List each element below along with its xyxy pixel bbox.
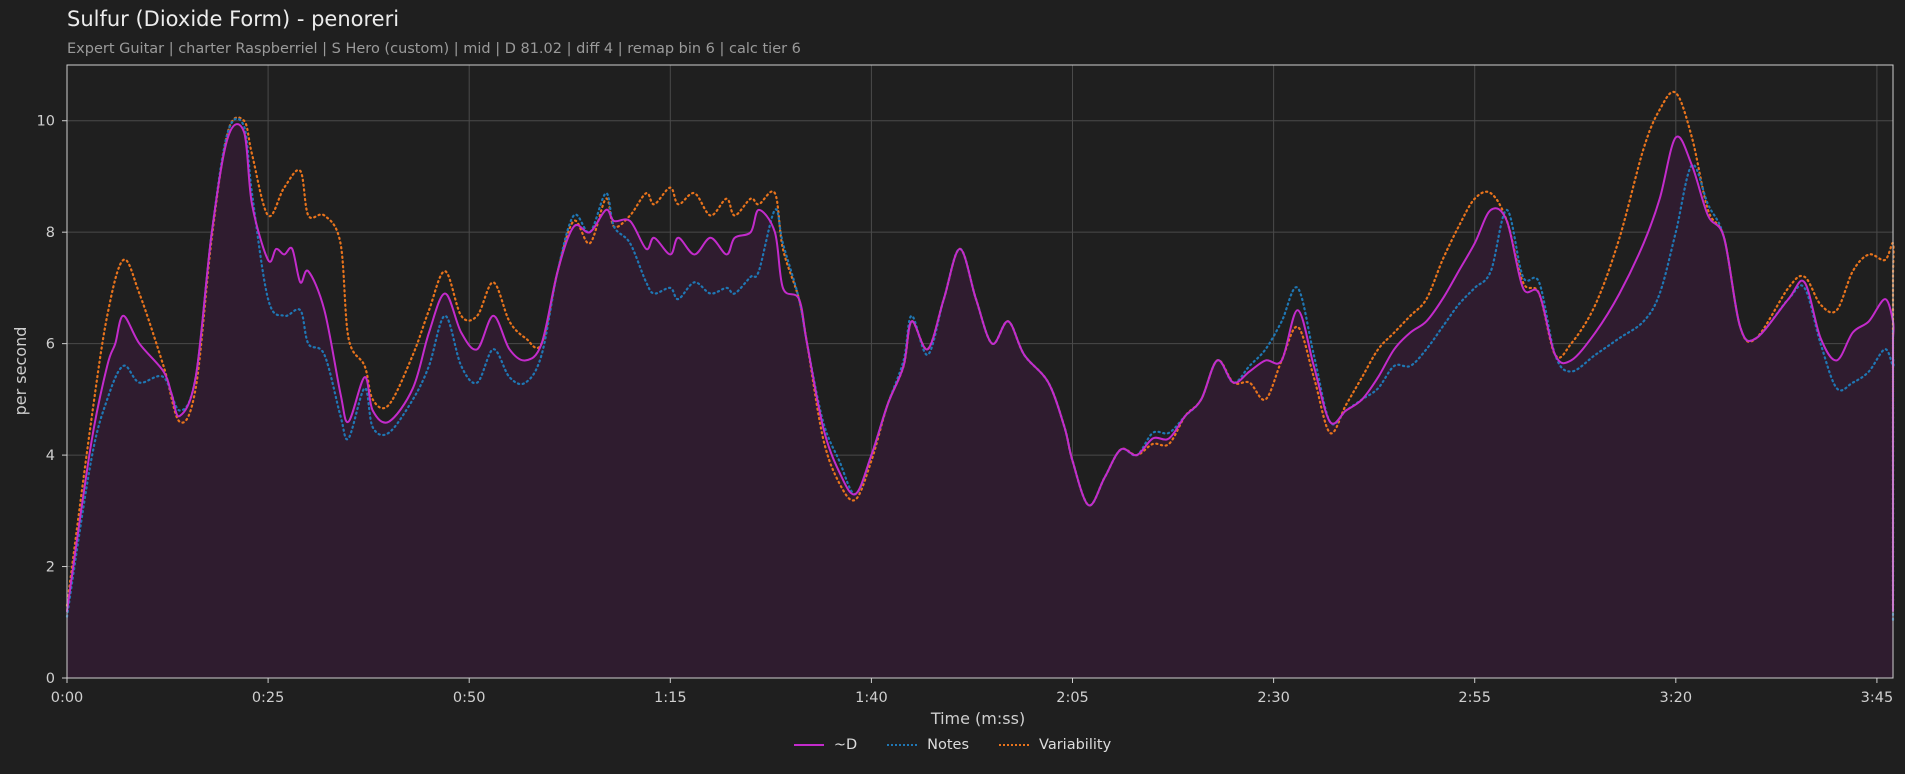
x-tick-label: 2:30 — [1257, 690, 1290, 706]
x-tick-label: 2:55 — [1458, 690, 1491, 706]
legend-label-variability: Variability — [1039, 737, 1112, 753]
legend-item-notes: Notes — [887, 737, 969, 753]
x-tick-label: 1:40 — [855, 690, 888, 706]
y-tick-label: 0 — [46, 671, 55, 687]
y-axis-label: per second — [11, 327, 30, 416]
legend-label-notes: Notes — [927, 737, 970, 753]
x-tick-label: 2:05 — [1056, 690, 1089, 706]
y-tick-label: 2 — [46, 560, 55, 576]
x-tick-label: 0:25 — [252, 690, 285, 706]
y-tick-label: 6 — [46, 337, 55, 353]
y-tick-label: 8 — [46, 225, 55, 241]
x-tick-label: 3:45 — [1861, 690, 1894, 706]
x-tick-label: 3:20 — [1660, 690, 1693, 706]
x-tick-label: 0:50 — [453, 690, 486, 706]
legend-item-d: ~D — [793, 737, 858, 753]
x-tick-label: 0:00 — [51, 690, 84, 706]
y-tick-label: 10 — [37, 114, 55, 130]
legend-swatch-variability — [999, 744, 1030, 746]
chart-svg: 0:00 0:25 0:50 1:15 1:40 2:05 2:30 2:55 3:20 3:45… — [11, 64, 1895, 728]
x-axis-label: Time (m:ss) — [930, 709, 1025, 728]
legend-item-variability: Variability — [999, 737, 1111, 753]
x-tick-label: 1:15 — [654, 690, 687, 706]
legend-label-d: ~D — [833, 737, 858, 753]
legend: ~D Notes Variability — [0, 737, 1905, 753]
legend-swatch-notes — [887, 744, 918, 746]
legend-swatch-d — [793, 744, 824, 746]
y-tick-label: 4 — [46, 448, 55, 464]
